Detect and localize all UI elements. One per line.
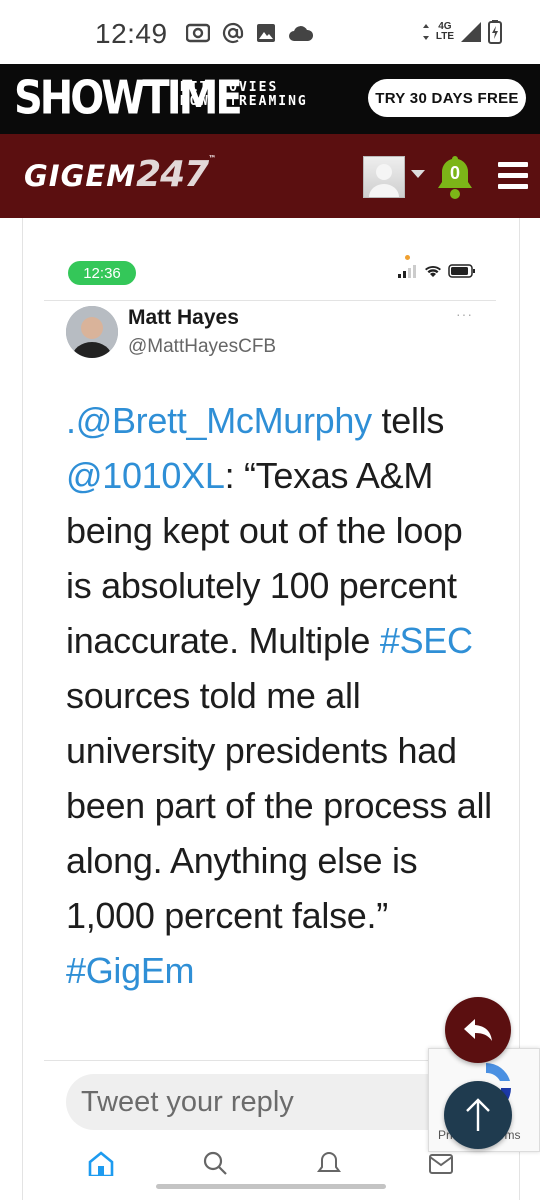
hashtag-link[interactable]: #GigEm [66, 950, 195, 991]
embed-time-pill: 12:36 [68, 261, 136, 285]
author-photo [66, 306, 118, 358]
tweet-author-avatar[interactable] [66, 306, 118, 358]
notification-count: 0 [449, 163, 460, 183]
twitter-tab-bar [66, 1150, 466, 1176]
status-system-icons: 4G LTE [422, 20, 502, 44]
home-icon[interactable] [88, 1150, 114, 1176]
notifications-icon[interactable] [316, 1150, 342, 1176]
search-icon[interactable] [202, 1150, 228, 1176]
more-options-icon[interactable]: ··· [456, 306, 473, 322]
reply-arrow-icon [464, 1019, 492, 1041]
site-logo[interactable]: GIGEM247™ [24, 154, 217, 195]
divider [44, 300, 496, 301]
embed-dot-indicator [405, 255, 410, 260]
showtime-ad-banner[interactable]: SHOWTIME HIT MOVIES NOW STREAMING TRY 30… [0, 64, 540, 134]
wifi-icon [425, 265, 441, 277]
menu-icon[interactable] [498, 162, 528, 195]
ad-tagline: HIT MOVIES NOW STREAMING [180, 80, 308, 109]
notifications-bell[interactable]: 0 [435, 153, 475, 201]
user-avatar[interactable] [363, 156, 405, 198]
data-arrows-icon [422, 24, 429, 40]
user-silhouette-icon [369, 164, 399, 197]
messages-icon[interactable] [428, 1150, 454, 1176]
status-notification-icons [186, 22, 314, 44]
arrow-up-icon [466, 1098, 490, 1131]
status-bar: 12:49 4G LTE [0, 0, 540, 64]
tweet-author-handle[interactable]: @MattHayesCFB [128, 336, 276, 358]
tweet-text: .@Brett_McMurphy tells @1010XL: “Texas A… [66, 400, 492, 991]
home-indicator[interactable] [156, 1184, 386, 1189]
status-time: 12:49 [95, 18, 168, 49]
at-sign-icon [222, 22, 244, 44]
signal-bars-icon [398, 265, 416, 278]
battery-charging-icon [488, 20, 502, 44]
mention-link[interactable]: @1010XL [66, 455, 225, 496]
mention-link[interactable]: .@Brett_McMurphy [66, 400, 372, 441]
share-button[interactable] [445, 997, 511, 1063]
image-icon [257, 24, 275, 42]
embed-status-icons [398, 264, 476, 278]
tweet-reply-input[interactable]: Tweet your reply [66, 1074, 466, 1130]
cloud-icon [289, 26, 314, 41]
chevron-down-icon[interactable] [411, 170, 425, 178]
ad-cta-button[interactable]: TRY 30 DAYS FREE [368, 79, 526, 117]
tweet-author-name[interactable]: Matt Hayes [128, 306, 239, 330]
battery-icon [448, 264, 475, 278]
hashtag-link[interactable]: #SEC [380, 620, 473, 661]
scroll-to-top-button[interactable] [444, 1081, 512, 1149]
network-type: 4G LTE [435, 21, 454, 42]
signal-icon [461, 22, 481, 42]
radio-icon [186, 23, 210, 43]
